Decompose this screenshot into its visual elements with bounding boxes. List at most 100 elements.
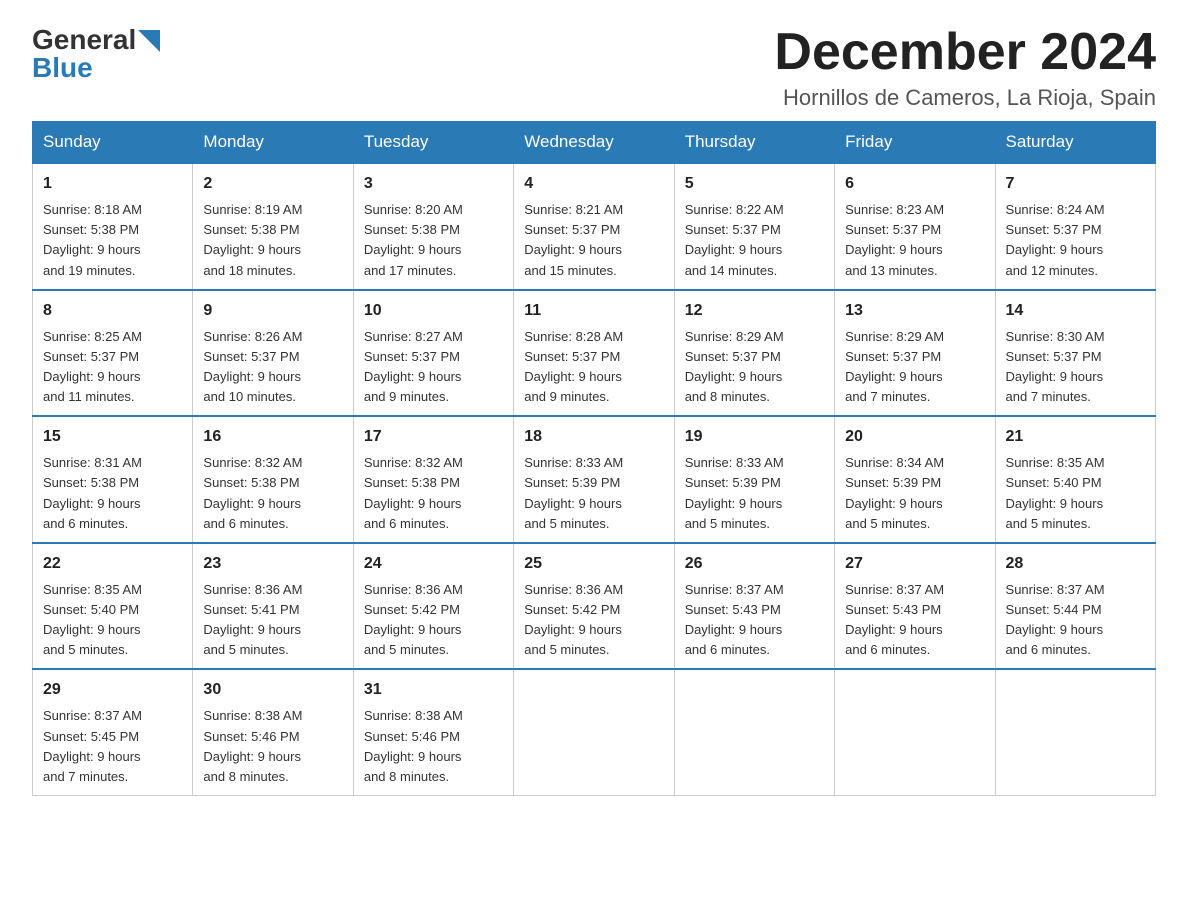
day-number: 23 bbox=[203, 552, 342, 576]
day-info: Sunrise: 8:29 AMSunset: 5:37 PMDaylight:… bbox=[845, 327, 984, 408]
page-header: General Blue December 2024 Hornillos de … bbox=[32, 24, 1156, 111]
day-info: Sunrise: 8:37 AMSunset: 5:43 PMDaylight:… bbox=[845, 580, 984, 661]
day-info: Sunrise: 8:36 AMSunset: 5:42 PMDaylight:… bbox=[524, 580, 663, 661]
day-info: Sunrise: 8:29 AMSunset: 5:37 PMDaylight:… bbox=[685, 327, 824, 408]
header-sunday: Sunday bbox=[33, 122, 193, 164]
day-number: 9 bbox=[203, 299, 342, 323]
day-info: Sunrise: 8:24 AMSunset: 5:37 PMDaylight:… bbox=[1006, 200, 1145, 281]
day-info: Sunrise: 8:30 AMSunset: 5:37 PMDaylight:… bbox=[1006, 327, 1145, 408]
calendar-cell: 16 Sunrise: 8:32 AMSunset: 5:38 PMDayligh… bbox=[193, 416, 353, 543]
day-info: Sunrise: 8:32 AMSunset: 5:38 PMDaylight:… bbox=[203, 453, 342, 534]
calendar-cell: 2 Sunrise: 8:19 AMSunset: 5:38 PMDaylight… bbox=[193, 163, 353, 290]
calendar-table: SundayMondayTuesdayWednesdayThursdayFrid… bbox=[32, 121, 1156, 796]
calendar-week-row: 22 Sunrise: 8:35 AMSunset: 5:40 PMDayligh… bbox=[33, 543, 1156, 670]
day-number: 12 bbox=[685, 299, 824, 323]
calendar-cell: 25 Sunrise: 8:36 AMSunset: 5:42 PMDayligh… bbox=[514, 543, 674, 670]
calendar-cell: 27 Sunrise: 8:37 AMSunset: 5:43 PMDayligh… bbox=[835, 543, 995, 670]
calendar-cell: 7 Sunrise: 8:24 AMSunset: 5:37 PMDaylight… bbox=[995, 163, 1155, 290]
calendar-cell: 11 Sunrise: 8:28 AMSunset: 5:37 PMDayligh… bbox=[514, 290, 674, 417]
location-title: Hornillos de Cameros, La Rioja, Spain bbox=[774, 85, 1156, 111]
header-tuesday: Tuesday bbox=[353, 122, 513, 164]
calendar-header-row: SundayMondayTuesdayWednesdayThursdayFrid… bbox=[33, 122, 1156, 164]
day-number: 18 bbox=[524, 425, 663, 449]
day-number: 21 bbox=[1006, 425, 1145, 449]
calendar-cell: 21Sunrise: 8:35 AMSunset: 5:40 PMDayligh… bbox=[995, 416, 1155, 543]
day-info: Sunrise: 8:36 AMSunset: 5:41 PMDaylight:… bbox=[203, 580, 342, 661]
day-info: Sunrise: 8:22 AMSunset: 5:37 PMDaylight:… bbox=[685, 200, 824, 281]
calendar-cell: 8 Sunrise: 8:25 AMSunset: 5:37 PMDaylight… bbox=[33, 290, 193, 417]
calendar-cell bbox=[674, 669, 834, 795]
calendar-cell bbox=[514, 669, 674, 795]
day-info: Sunrise: 8:33 AMSunset: 5:39 PMDaylight:… bbox=[524, 453, 663, 534]
day-number: 22 bbox=[43, 552, 182, 576]
title-block: December 2024 Hornillos de Cameros, La R… bbox=[774, 24, 1156, 111]
day-info: Sunrise: 8:23 AMSunset: 5:37 PMDaylight:… bbox=[845, 200, 984, 281]
calendar-cell: 30Sunrise: 8:38 AMSunset: 5:46 PMDayligh… bbox=[193, 669, 353, 795]
calendar-cell: 26Sunrise: 8:37 AMSunset: 5:43 PMDayligh… bbox=[674, 543, 834, 670]
calendar-cell: 10 Sunrise: 8:27 AMSunset: 5:37 PMDayligh… bbox=[353, 290, 513, 417]
calendar-cell: 28 Sunrise: 8:37 AMSunset: 5:44 PMDayligh… bbox=[995, 543, 1155, 670]
day-number: 27 bbox=[845, 552, 984, 576]
calendar-cell bbox=[995, 669, 1155, 795]
calendar-cell: 14 Sunrise: 8:30 AMSunset: 5:37 PMDayligh… bbox=[995, 290, 1155, 417]
day-info: Sunrise: 8:37 AMSunset: 5:44 PMDaylight:… bbox=[1006, 580, 1145, 661]
calendar-cell bbox=[835, 669, 995, 795]
day-info: Sunrise: 8:34 AMSunset: 5:39 PMDaylight:… bbox=[845, 453, 984, 534]
calendar-cell: 20Sunrise: 8:34 AMSunset: 5:39 PMDayligh… bbox=[835, 416, 995, 543]
header-saturday: Saturday bbox=[995, 122, 1155, 164]
day-info: Sunrise: 8:18 AMSunset: 5:38 PMDaylight:… bbox=[43, 200, 182, 281]
calendar-cell: 17 Sunrise: 8:32 AMSunset: 5:38 PMDayligh… bbox=[353, 416, 513, 543]
month-title: December 2024 bbox=[774, 24, 1156, 81]
day-info: Sunrise: 8:25 AMSunset: 5:37 PMDaylight:… bbox=[43, 327, 182, 408]
logo-blue: Blue bbox=[32, 52, 93, 84]
header-thursday: Thursday bbox=[674, 122, 834, 164]
day-number: 16 bbox=[203, 425, 342, 449]
day-number: 28 bbox=[1006, 552, 1145, 576]
day-info: Sunrise: 8:32 AMSunset: 5:38 PMDaylight:… bbox=[364, 453, 503, 534]
day-number: 14 bbox=[1006, 299, 1145, 323]
logo-triangle-icon bbox=[138, 30, 160, 52]
header-wednesday: Wednesday bbox=[514, 122, 674, 164]
day-info: Sunrise: 8:28 AMSunset: 5:37 PMDaylight:… bbox=[524, 327, 663, 408]
day-info: Sunrise: 8:38 AMSunset: 5:46 PMDaylight:… bbox=[364, 706, 503, 787]
logo: General Blue bbox=[32, 24, 160, 84]
day-number: 5 bbox=[685, 172, 824, 196]
day-number: 19 bbox=[685, 425, 824, 449]
day-number: 29 bbox=[43, 678, 182, 702]
day-number: 3 bbox=[364, 172, 503, 196]
day-info: Sunrise: 8:27 AMSunset: 5:37 PMDaylight:… bbox=[364, 327, 503, 408]
day-info: Sunrise: 8:19 AMSunset: 5:38 PMDaylight:… bbox=[203, 200, 342, 281]
calendar-cell: 22 Sunrise: 8:35 AMSunset: 5:40 PMDayligh… bbox=[33, 543, 193, 670]
day-number: 26 bbox=[685, 552, 824, 576]
day-info: Sunrise: 8:31 AMSunset: 5:38 PMDaylight:… bbox=[43, 453, 182, 534]
day-number: 24 bbox=[364, 552, 503, 576]
header-friday: Friday bbox=[835, 122, 995, 164]
day-number: 17 bbox=[364, 425, 503, 449]
calendar-cell: 23 Sunrise: 8:36 AMSunset: 5:41 PMDayligh… bbox=[193, 543, 353, 670]
calendar-cell: 24Sunrise: 8:36 AMSunset: 5:42 PMDayligh… bbox=[353, 543, 513, 670]
day-number: 10 bbox=[364, 299, 503, 323]
day-number: 7 bbox=[1006, 172, 1145, 196]
day-number: 2 bbox=[203, 172, 342, 196]
calendar-cell: 29Sunrise: 8:37 AMSunset: 5:45 PMDayligh… bbox=[33, 669, 193, 795]
calendar-cell: 19 Sunrise: 8:33 AMSunset: 5:39 PMDayligh… bbox=[674, 416, 834, 543]
day-number: 30 bbox=[203, 678, 342, 702]
day-info: Sunrise: 8:33 AMSunset: 5:39 PMDaylight:… bbox=[685, 453, 824, 534]
calendar-week-row: 1Sunrise: 8:18 AMSunset: 5:38 PMDaylight… bbox=[33, 163, 1156, 290]
calendar-cell: 1Sunrise: 8:18 AMSunset: 5:38 PMDaylight… bbox=[33, 163, 193, 290]
day-info: Sunrise: 8:26 AMSunset: 5:37 PMDaylight:… bbox=[203, 327, 342, 408]
calendar-cell: 6 Sunrise: 8:23 AMSunset: 5:37 PMDaylight… bbox=[835, 163, 995, 290]
calendar-cell: 13 Sunrise: 8:29 AMSunset: 5:37 PMDayligh… bbox=[835, 290, 995, 417]
header-monday: Monday bbox=[193, 122, 353, 164]
calendar-cell: 18 Sunrise: 8:33 AMSunset: 5:39 PMDayligh… bbox=[514, 416, 674, 543]
day-number: 6 bbox=[845, 172, 984, 196]
day-number: 8 bbox=[43, 299, 182, 323]
calendar-week-row: 15Sunrise: 8:31 AMSunset: 5:38 PMDayligh… bbox=[33, 416, 1156, 543]
day-info: Sunrise: 8:35 AMSunset: 5:40 PMDaylight:… bbox=[43, 580, 182, 661]
calendar-cell: 15Sunrise: 8:31 AMSunset: 5:38 PMDayligh… bbox=[33, 416, 193, 543]
day-number: 13 bbox=[845, 299, 984, 323]
calendar-week-row: 8 Sunrise: 8:25 AMSunset: 5:37 PMDaylight… bbox=[33, 290, 1156, 417]
calendar-cell: 12 Sunrise: 8:29 AMSunset: 5:37 PMDayligh… bbox=[674, 290, 834, 417]
day-number: 25 bbox=[524, 552, 663, 576]
day-number: 11 bbox=[524, 299, 663, 323]
